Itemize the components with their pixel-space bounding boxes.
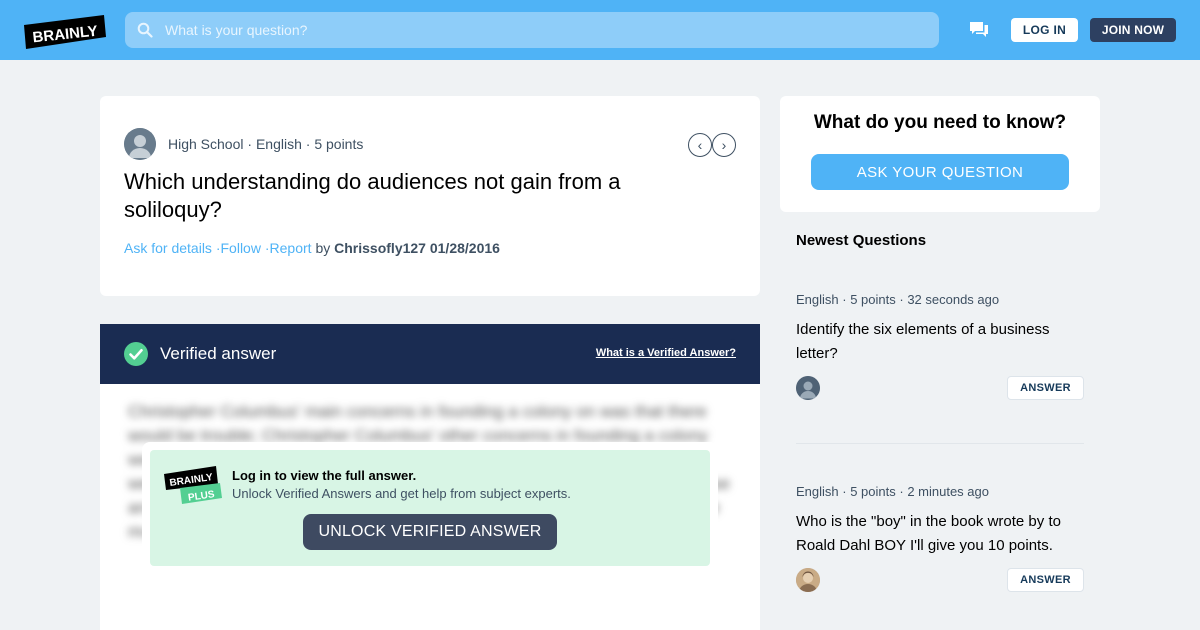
chevron-left-icon: ‹	[697, 137, 703, 153]
brainly-logo[interactable]: BRAINLY	[24, 15, 106, 49]
newest-question-time: 2 minutes ago	[907, 484, 989, 499]
svg-text:PLUS: PLUS	[187, 489, 215, 504]
newest-question-time: 32 seconds ago	[907, 292, 1000, 307]
previous-question-button[interactable]: ‹	[688, 133, 712, 157]
question-meta: High School · English · 5 points	[168, 136, 364, 152]
question-level[interactable]: High School	[168, 136, 244, 152]
report-link[interactable]: Report	[270, 240, 312, 256]
ask-card-title: What do you need to know?	[813, 112, 1067, 133]
unlock-panel: BRAINLY PLUS Log in to view the full ans…	[150, 450, 710, 566]
top-navigation-bar: BRAINLY LOG IN JOIN NOW	[0, 0, 1200, 60]
next-question-button[interactable]: ›	[712, 133, 736, 157]
unlock-verified-answer-button[interactable]: UNLOCK VERIFIED ANSWER	[303, 514, 557, 550]
answer-button[interactable]: ANSWER	[1007, 568, 1084, 592]
newest-question-points: 5 points	[850, 292, 896, 307]
follow-link[interactable]: Follow	[221, 240, 261, 256]
unlock-subtitle: Unlock Verified Answers and get help fro…	[232, 486, 571, 501]
user-photo-icon	[796, 568, 820, 592]
answer-body: Christopher Columbus' main concerns in f…	[100, 384, 760, 630]
login-button[interactable]: LOG IN	[1011, 18, 1078, 42]
unlock-overlay: BRAINLY PLUS Log in to view the full ans…	[142, 442, 718, 574]
asker-avatar[interactable]	[124, 128, 156, 160]
brainly-plus-logo: BRAINLY PLUS	[164, 466, 222, 504]
newest-question-meta: English · 5 points · 2 minutes ago	[796, 484, 989, 499]
chevron-right-icon: ›	[721, 137, 727, 153]
default-user-icon	[796, 376, 820, 400]
question-title: Which understanding do audiences not gai…	[124, 169, 621, 222]
default-user-icon	[124, 128, 156, 160]
question-date: 01/28/2016	[429, 240, 500, 256]
newest-question-text[interactable]: Who is the "boy" in the book wrote by to…	[796, 510, 1084, 558]
verified-check-icon	[124, 342, 148, 366]
newest-question-avatar[interactable]	[796, 568, 820, 592]
join-now-button[interactable]: JOIN NOW	[1090, 18, 1176, 42]
question-actions: Ask for details ·Follow ·Report by Chris…	[124, 240, 500, 256]
question-points: 5 points	[314, 136, 364, 152]
what-is-verified-link[interactable]: What is a Verified Answer?	[596, 347, 736, 359]
newest-question-subject[interactable]: English	[796, 292, 839, 307]
newest-question-text[interactable]: Identify the six elements of a business …	[796, 318, 1084, 366]
by-label: by	[315, 240, 331, 256]
search-bar[interactable]	[125, 12, 939, 48]
chat-icon[interactable]	[969, 20, 989, 40]
verified-answer-header: Verified answer What is a Verified Answe…	[100, 324, 760, 384]
newest-question-meta: English · 5 points · 32 seconds ago	[796, 292, 1000, 307]
question-divider	[796, 443, 1084, 444]
question-author[interactable]: Chrissofly127	[334, 240, 426, 256]
newest-question-avatar[interactable]	[796, 376, 820, 400]
unlock-title: Log in to view the full answer.	[232, 468, 417, 483]
ask-question-card: What do you need to know? ASK YOUR QUEST…	[780, 96, 1100, 212]
question-card: High School · English · 5 points ‹ › Whi…	[100, 96, 760, 296]
newest-question-points: 5 points	[850, 484, 896, 499]
answer-button[interactable]: ANSWER	[1007, 376, 1084, 400]
ask-your-question-button[interactable]: ASK YOUR QUESTION	[811, 154, 1069, 190]
verified-answer-title: Verified answer	[160, 344, 277, 363]
newest-question-subject[interactable]: English	[796, 484, 839, 499]
newest-questions-heading: Newest Questions	[796, 232, 927, 249]
search-input[interactable]	[165, 12, 925, 48]
search-icon	[137, 22, 153, 38]
question-subject[interactable]: English	[256, 136, 302, 152]
ask-for-details-link[interactable]: Ask for details	[124, 240, 212, 256]
